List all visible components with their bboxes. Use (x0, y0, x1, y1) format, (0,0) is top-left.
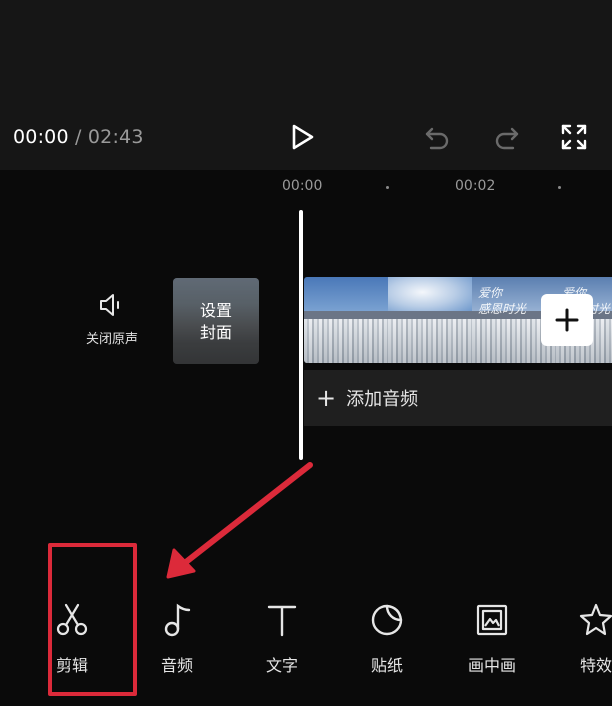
tool-picture-in-picture[interactable]: 画中画 (462, 600, 522, 676)
tool-label: 贴纸 (370, 656, 403, 675)
tool-label: 文字 (265, 656, 298, 675)
tool-label: 画中画 (467, 656, 516, 675)
tool-label: 音频 (160, 656, 193, 675)
tool-audio[interactable]: 音频 (147, 600, 207, 676)
picture-in-picture-icon (476, 604, 508, 636)
text-icon (267, 605, 297, 637)
effects-star-icon (579, 603, 612, 636)
sticker-icon (371, 604, 403, 636)
tool-label: 特效 (579, 656, 612, 675)
cover-label: 设置 封面 (173, 300, 259, 344)
cover-label-line1: 设置 (199, 301, 232, 320)
annotation-highlight-box (48, 543, 137, 696)
cover-label-line2: 封面 (199, 323, 232, 342)
tool-effects[interactable]: 特效 (566, 600, 612, 676)
tool-text[interactable]: 文字 (252, 600, 312, 676)
tool-sticker[interactable]: 贴纸 (357, 600, 417, 676)
music-note-icon (164, 603, 191, 637)
